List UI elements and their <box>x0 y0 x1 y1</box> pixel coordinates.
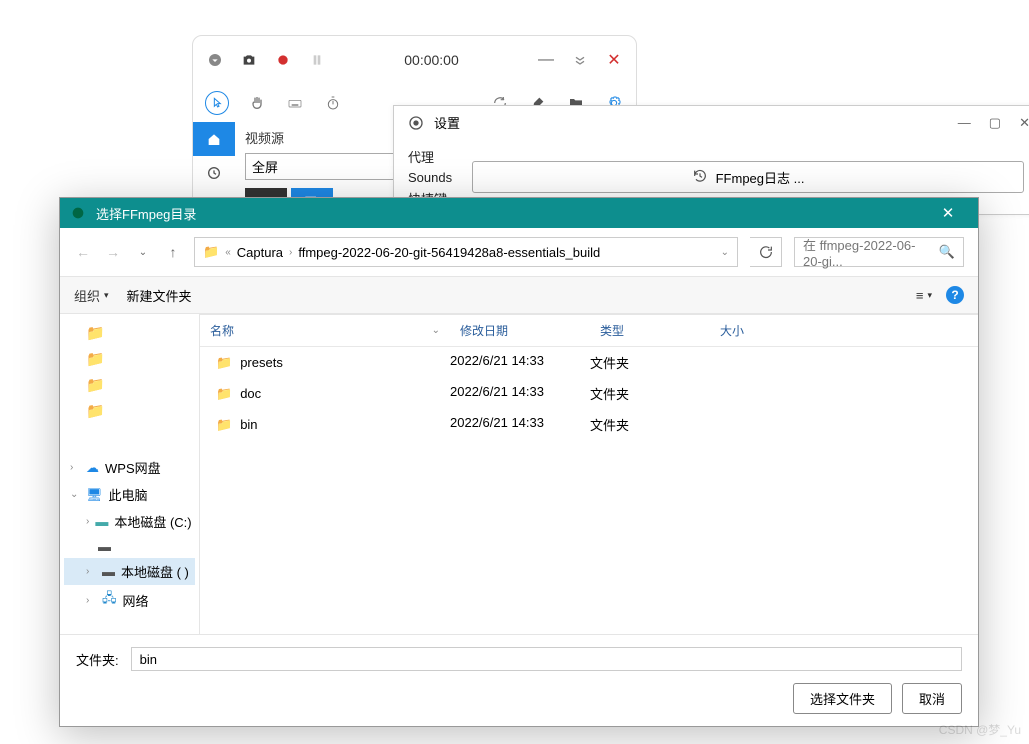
file-name: doc <box>240 386 261 401</box>
file-list-area: 名称⌄ 修改日期 类型 大小 📁presets2022/6/21 14:33文件… <box>200 314 978 634</box>
help-icon[interactable]: ? <box>946 286 964 304</box>
refresh-button[interactable] <box>750 237 782 267</box>
settings-titlebar: 设置 — ▢ ✕ <box>394 106 1029 139</box>
minimize-icon[interactable]: — <box>958 115 971 131</box>
crumb-parent[interactable]: Captura <box>237 245 283 260</box>
file-type: 文件夹 <box>590 384 710 403</box>
app-icon <box>68 203 88 223</box>
search-placeholder: 在 ffmpeg-2022-06-20-gi... <box>803 235 933 269</box>
folder-icon: 📁 <box>203 244 219 260</box>
header-date[interactable]: 修改日期 <box>450 315 590 346</box>
picker-nav: ← → ⌄ ↑ 📁 « Captura › ffmpeg-2022-06-20-… <box>60 228 978 276</box>
close-icon[interactable]: ✕ <box>604 50 624 70</box>
up-button[interactable]: ↑ <box>164 244 182 260</box>
stopwatch-icon[interactable] <box>323 93 343 113</box>
ffmpeg-log-label: FFmpeg日志 ... <box>716 168 805 187</box>
dropdown-icon[interactable] <box>205 50 225 70</box>
folder-icon: 📁 <box>216 355 232 371</box>
picker-title-text: 选择FFmpeg目录 <box>96 204 196 223</box>
file-name: bin <box>240 417 257 432</box>
forward-button[interactable]: → <box>104 244 122 260</box>
tree-folder[interactable]: 📁 <box>64 398 195 424</box>
header-size[interactable]: 大小 <box>710 315 790 346</box>
view-menu[interactable]: ≡ ▾ <box>916 288 932 303</box>
timer-display: 00:00:00 <box>341 52 522 68</box>
ffmpeg-log-button[interactable]: FFmpeg日志 ... <box>472 161 1024 193</box>
nav-sounds[interactable]: Sounds <box>408 170 452 185</box>
breadcrumb[interactable]: 📁 « Captura › ffmpeg-2022-06-20-git-5641… <box>194 237 738 267</box>
file-name: presets <box>240 355 283 370</box>
file-list: 📁presets2022/6/21 14:33文件夹📁doc2022/6/21 … <box>200 347 978 634</box>
file-picker-dialog: 选择FFmpeg目录 ✕ ← → ⌄ ↑ 📁 « Captura › ffmpe… <box>59 197 979 727</box>
watermark: CSDN @梦_Yu <box>939 721 1021 738</box>
expand-icon[interactable] <box>570 50 590 70</box>
tree-folder[interactable]: 📁 <box>64 346 195 372</box>
search-input[interactable]: 在 ffmpeg-2022-06-20-gi... 🔍 <box>794 237 964 267</box>
source-value: 全屏 <box>252 157 278 176</box>
close-icon[interactable]: ✕ <box>926 204 970 222</box>
settings-title-text: 设置 <box>434 113 460 132</box>
cancel-button[interactable]: 取消 <box>902 683 962 714</box>
tree-disk-other[interactable]: ›▬本地磁盘 ( ) <box>64 558 195 585</box>
tree-folder[interactable]: 📁 <box>64 320 195 346</box>
folder-tree: 📁 📁 📁 📁 ›☁WPS网盘 ⌄🖥此电脑 ›▬本地磁盘 (C:) ▬ ›▬本地… <box>60 314 200 634</box>
folder-icon: 📁 <box>216 386 232 402</box>
header-name[interactable]: 名称⌄ <box>200 315 450 346</box>
file-row[interactable]: 📁 doc 2022/6/21 14:33文件夹 <box>200 378 978 409</box>
minimize-icon[interactable]: — <box>536 50 556 70</box>
file-type: 文件夹 <box>590 353 710 372</box>
organize-menu[interactable]: 组织▾ <box>74 286 109 305</box>
camera-icon[interactable] <box>239 50 259 70</box>
nav-proxy[interactable]: 代理 <box>408 147 452 166</box>
file-size <box>710 353 790 372</box>
record-icon[interactable] <box>273 50 293 70</box>
file-row[interactable]: 📁 bin 2022/6/21 14:33文件夹 <box>200 409 978 440</box>
file-date: 2022/6/21 14:33 <box>450 415 590 434</box>
chevron-right-icon: « <box>225 247 231 258</box>
tree-disk-sub[interactable]: ▬ <box>64 535 195 558</box>
back-button[interactable]: ← <box>74 244 92 260</box>
chevron-down-icon[interactable]: ⌄ <box>721 247 729 258</box>
tree-this-pc[interactable]: ⌄🖥此电脑 <box>64 481 195 508</box>
tree-wps[interactable]: ›☁WPS网盘 <box>64 454 195 481</box>
picker-titlebar: 选择FFmpeg目录 ✕ <box>60 198 978 228</box>
crumb-current[interactable]: ffmpeg-2022-06-20-git-56419428a8-essenti… <box>298 245 600 260</box>
folder-icon: 📁 <box>216 417 232 433</box>
file-date: 2022/6/21 14:33 <box>450 353 590 372</box>
side-tab-history[interactable] <box>193 156 235 190</box>
history-icon <box>692 168 708 187</box>
side-tab-home[interactable] <box>193 122 235 156</box>
file-size <box>710 384 790 403</box>
hand-icon[interactable] <box>247 93 267 113</box>
file-size <box>710 415 790 434</box>
keyboard-icon[interactable] <box>285 93 305 113</box>
file-type: 文件夹 <box>590 415 710 434</box>
file-row[interactable]: 📁 presets 2022/6/21 14:33文件夹 <box>200 347 978 378</box>
picker-footer: 文件夹: 选择文件夹 取消 <box>60 634 978 726</box>
picker-body: 📁 📁 📁 📁 ›☁WPS网盘 ⌄🖥此电脑 ›▬本地磁盘 (C:) ▬ ›▬本地… <box>60 314 978 634</box>
search-icon: 🔍 <box>939 244 955 260</box>
app-icon <box>406 113 426 133</box>
tree-disk-c[interactable]: ›▬本地磁盘 (C:) <box>64 508 195 535</box>
tree-folder[interactable]: 📁 <box>64 372 195 398</box>
pause-icon[interactable] <box>307 50 327 70</box>
recent-icon[interactable]: ⌄ <box>134 247 152 258</box>
recorder-top-row: 00:00:00 — ✕ <box>193 36 636 84</box>
picker-toolbar: 组织▾ 新建文件夹 ≡ ▾ ? <box>60 276 978 314</box>
maximize-icon[interactable]: ▢ <box>989 115 1001 131</box>
folder-label: 文件夹: <box>76 650 119 669</box>
folder-input[interactable] <box>131 647 962 671</box>
column-headers: 名称⌄ 修改日期 类型 大小 <box>200 315 978 347</box>
tree-network[interactable]: ›🖧网络 <box>64 585 195 615</box>
file-date: 2022/6/21 14:33 <box>450 384 590 403</box>
pointer-icon[interactable] <box>205 91 229 115</box>
header-type[interactable]: 类型 <box>590 315 710 346</box>
close-icon[interactable]: ✕ <box>1019 115 1029 131</box>
chevron-right-icon: › <box>289 247 292 258</box>
select-folder-button[interactable]: 选择文件夹 <box>793 683 892 714</box>
new-folder-button[interactable]: 新建文件夹 <box>127 286 192 305</box>
